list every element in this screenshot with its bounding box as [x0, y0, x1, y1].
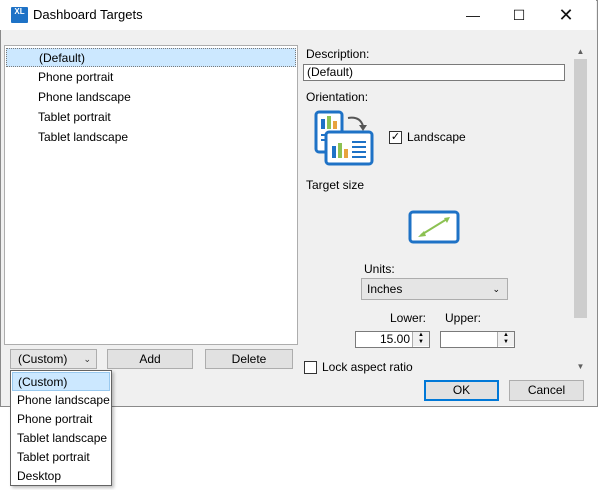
list-item[interactable]: Tablet portrait	[6, 108, 296, 127]
description-field[interactable]: (Default)	[303, 64, 565, 81]
spin-down-icon[interactable]: ▼	[498, 339, 514, 346]
upper-spin-buttons[interactable]: ▲ ▼	[497, 332, 514, 347]
lower-spin-buttons[interactable]: ▲ ▼	[412, 332, 429, 347]
list-item-label: Tablet landscape	[38, 130, 129, 144]
list-item[interactable]: Phone portrait	[6, 68, 296, 87]
units-select[interactable]: Inches ⌄	[361, 278, 508, 300]
title-bar: XL Dashboard Targets — ☐ ✕	[0, 0, 596, 30]
dropdown-option[interactable]: Phone portrait	[12, 410, 110, 429]
landscape-checkbox[interactable]: ✓	[389, 131, 402, 144]
list-item-label: (Default)	[39, 51, 86, 65]
dropdown-option[interactable]: Tablet landscape	[12, 429, 110, 448]
scroll-up-icon[interactable]: ▲	[573, 44, 588, 59]
list-item-label: Phone portrait	[38, 70, 114, 84]
units-value: Inches	[367, 282, 403, 296]
window-title: Dashboard Targets	[33, 7, 143, 22]
dropdown-option[interactable]: Phone landscape	[12, 391, 110, 410]
description-value: (Default)	[307, 65, 354, 79]
list-item-label: Phone landscape	[38, 90, 131, 104]
scroll-down-icon[interactable]: ▼	[573, 359, 588, 374]
dropdown-option[interactable]: Desktop	[12, 467, 110, 486]
scroll-thumb[interactable]	[574, 59, 587, 318]
checkmark-icon: ✓	[390, 131, 401, 143]
upper-label: Upper:	[445, 311, 482, 325]
targets-list[interactable]: (Default) Phone portrait Phone landscape…	[4, 45, 298, 345]
orientation-icon	[314, 110, 376, 166]
list-item[interactable]: (Default)	[6, 48, 296, 67]
list-item[interactable]: Tablet landscape	[6, 128, 296, 147]
target-size-label: Target size	[306, 178, 365, 192]
dropdown-option[interactable]: (Custom)	[12, 372, 110, 391]
tablet-size-icon	[408, 210, 460, 244]
lock-aspect-checkbox[interactable]	[304, 361, 317, 374]
landscape-label: Landscape	[407, 130, 466, 144]
description-label: Description:	[306, 47, 370, 61]
preset-combo[interactable]: (Custom) ⌄	[10, 349, 97, 369]
chevron-down-icon: ⌄	[83, 354, 91, 364]
chevron-down-icon: ⌄	[492, 284, 500, 294]
list-item[interactable]: Phone landscape	[6, 88, 296, 107]
list-item-label: Tablet portrait	[38, 110, 111, 124]
maximize-button[interactable]: ☐	[496, 0, 542, 30]
spin-up-icon[interactable]: ▲	[498, 332, 514, 339]
lower-spinbox[interactable]: 15.00 ▲ ▼	[355, 331, 430, 348]
ok-button[interactable]: OK	[424, 380, 499, 401]
preset-combo-value: (Custom)	[18, 352, 68, 366]
upper-spinbox[interactable]: ▲ ▼	[440, 331, 515, 348]
spin-up-icon[interactable]: ▲	[413, 332, 429, 339]
spin-down-icon[interactable]: ▼	[413, 339, 429, 346]
units-label: Units:	[364, 262, 395, 276]
minimize-button[interactable]: —	[450, 0, 496, 30]
vertical-scrollbar[interactable]: ▲ ▼	[573, 44, 588, 374]
cancel-button[interactable]: Cancel	[509, 380, 584, 401]
delete-button[interactable]: Delete	[205, 349, 293, 369]
close-button[interactable]: ✕	[543, 0, 589, 30]
dropdown-option[interactable]: Tablet portrait	[12, 448, 110, 467]
lower-label: Lower:	[390, 311, 427, 325]
add-button[interactable]: Add	[107, 349, 193, 369]
preset-dropdown-list[interactable]: (Custom) Phone landscape Phone portrait …	[10, 370, 112, 486]
app-icon: XL	[11, 7, 28, 23]
lock-aspect-label: Lock aspect ratio	[322, 360, 413, 374]
orientation-label: Orientation:	[306, 90, 369, 104]
